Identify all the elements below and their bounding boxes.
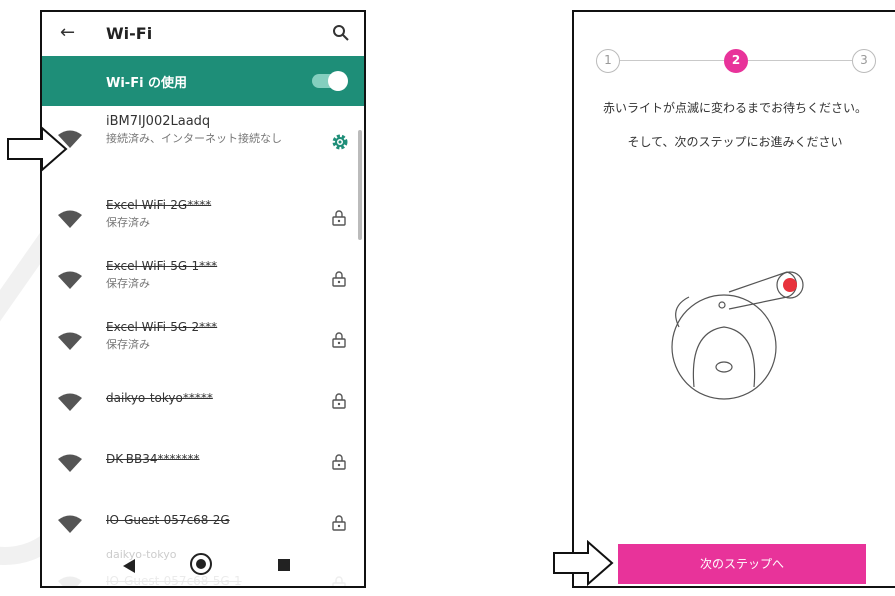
page-title: Wi-Fi (106, 24, 153, 43)
network-status: 接続済み、インターネット接続なし (106, 132, 282, 145)
instruction-line-2: そして、次のステップにお進みください (627, 135, 843, 149)
pointer-arrow-icon (553, 540, 614, 586)
network-item[interactable]: daikyo-tokyo***** (42, 373, 364, 434)
app-bar: ← Wi-Fi (42, 12, 364, 56)
network-status: 保存済み (106, 277, 150, 290)
network-name: Excel-WiFi-5G-1*** (106, 259, 218, 273)
nav-back-icon[interactable] (122, 558, 136, 574)
lock-icon (332, 271, 346, 287)
toggle-knob (328, 71, 348, 91)
back-arrow-icon[interactable]: ← (60, 22, 75, 43)
lock-icon (332, 515, 346, 531)
lock-icon (332, 210, 346, 226)
nav-home-dot (196, 559, 206, 569)
gear-icon[interactable] (330, 132, 350, 152)
network-name: Excel-WiFi-5G-2*** (106, 320, 218, 334)
wifi-icon (58, 271, 82, 289)
wifi-toggle-label: Wi-Fi の使用 (106, 76, 188, 91)
network-item[interactable]: Excel-WiFi-5G-1*** 保存済み (42, 251, 364, 312)
lock-icon (332, 454, 346, 470)
next-step-button[interactable]: 次のステップへ (618, 544, 866, 584)
network-name: iBM7IJ002Laadq (106, 114, 211, 129)
network-status: 保存済み (106, 216, 150, 229)
nav-recent-icon[interactable] (278, 559, 290, 571)
search-icon[interactable] (332, 24, 350, 42)
lock-icon (332, 332, 346, 348)
network-name: Excel-WiFi-2G**** (106, 198, 212, 212)
setup-step-screen: 1 2 3 赤いライトが点滅に変わるまでお待ちください。 そして、次のステップに… (572, 10, 895, 588)
wifi-toggle-row[interactable]: Wi-Fi の使用 (42, 56, 364, 106)
network-item[interactable]: Excel-WiFi-2G**** 保存済み (42, 190, 364, 251)
wifi-toggle-switch[interactable] (312, 71, 348, 91)
wifi-icon (58, 454, 82, 472)
network-name: DK-BB34******* (106, 452, 200, 466)
network-list: Excel-WiFi-2G**** 保存済み Excel-WiFi-5G-1*** 保… (42, 190, 364, 586)
step-indicator: 1 2 3 (596, 49, 876, 73)
pointer-arrow-icon (7, 126, 68, 172)
nav-home-icon[interactable] (190, 553, 212, 575)
step-2-active: 2 (724, 49, 748, 73)
lock-icon (332, 393, 346, 409)
step-1: 1 (596, 49, 620, 73)
wifi-icon (58, 332, 82, 350)
network-name: daikyo-tokyo***** (106, 391, 213, 405)
connected-network[interactable]: iBM7IJ002Laadq 接続済み、インターネット接続なし (42, 106, 364, 190)
red-light (783, 278, 797, 292)
faded-network-name: daikyo-tokyo (106, 548, 177, 561)
network-item[interactable]: DK-BB34******* (42, 434, 364, 495)
network-name: IO-Guest-057c68-2G (106, 513, 230, 527)
device-illustration (671, 271, 804, 400)
wifi-settings-screen: ← Wi-Fi Wi-Fi の使用 iBM7IJ002Laadq 接続済み、イン… (40, 10, 366, 588)
scrollbar[interactable] (358, 130, 362, 240)
wifi-icon (58, 210, 82, 228)
step-connector (748, 60, 852, 61)
wifi-icon (58, 515, 82, 533)
step-3: 3 (852, 49, 876, 73)
network-status: 保存済み (106, 338, 150, 351)
step-connector (620, 60, 724, 61)
instruction-line-1: 赤いライトが点滅に変わるまでお待ちください。 (602, 101, 867, 115)
network-item[interactable]: Excel-WiFi-5G-2*** 保存済み (42, 312, 364, 373)
wifi-icon (58, 393, 82, 411)
nav-bar: daikyo-tokyo (42, 546, 364, 586)
